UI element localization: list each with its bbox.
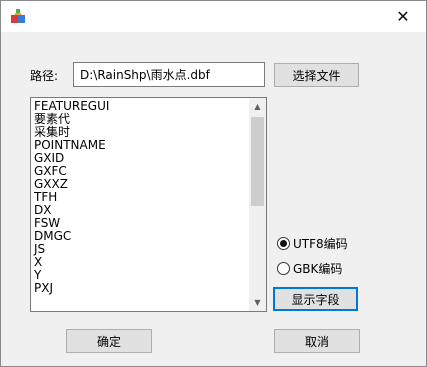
list-item[interactable]: DMGC [33, 230, 249, 243]
show-fields-button[interactable]: 显示字段 [273, 287, 358, 311]
choose-file-button[interactable]: 选择文件 [274, 63, 359, 87]
field-list: FEATUREGUI 要素代 采集时 POINTNAME GXID GXFC GXXZ TFH… [33, 100, 249, 295]
list-item[interactable]: DX [33, 204, 249, 217]
gbk-radio[interactable]: GBK编码 [277, 260, 342, 277]
list-item[interactable]: X [33, 256, 249, 269]
list-item[interactable]: Y [33, 269, 249, 282]
app-icon [10, 8, 26, 24]
field-listbox[interactable]: FEATUREGUI 要素代 采集时 POINTNAME GXID GXFC GXXZ TFH… [30, 97, 267, 312]
cancel-button[interactable]: 取消 [274, 329, 360, 353]
title-bar: ✕ [1, 1, 426, 32]
path-label: 路径: [30, 69, 59, 83]
gbk-radio-label: GBK编码 [293, 262, 343, 276]
utf8-radio-icon[interactable] [277, 237, 290, 250]
close-icon: ✕ [396, 7, 410, 26]
scroll-down-arrow-icon[interactable]: ▼ [249, 294, 266, 311]
close-button[interactable]: ✕ [380, 1, 426, 32]
list-item[interactable]: GXXZ [33, 178, 249, 191]
list-item[interactable]: POINTNAME [33, 139, 249, 152]
scroll-thumb[interactable] [251, 117, 264, 206]
utf8-radio-label: UTF8编码 [293, 237, 348, 251]
path-input[interactable] [73, 62, 265, 87]
gbk-radio-icon[interactable] [277, 262, 290, 275]
vertical-scrollbar[interactable]: ▲ ▼ [249, 98, 266, 311]
dialog-window: ✕ 路径: 选择文件 FEATUREGUI要素代采集时POINTNAMEGXID… [0, 0, 427, 367]
list-item[interactable]: TFH [33, 191, 249, 204]
ok-button[interactable]: 确定 [66, 329, 152, 353]
list-item[interactable]: JS [33, 243, 249, 256]
scroll-up-arrow-icon[interactable]: ▲ [249, 98, 266, 115]
list-item[interactable]: PXJ [33, 282, 249, 295]
utf8-radio[interactable]: UTF8编码 [277, 235, 348, 252]
